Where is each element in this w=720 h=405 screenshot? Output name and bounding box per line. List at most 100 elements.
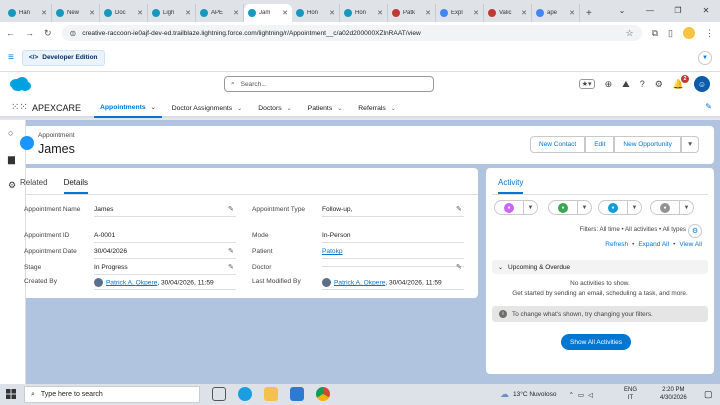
notifications-icon[interactable]: ▢ (704, 389, 713, 400)
browser-tab[interactable]: Jam ✕ (244, 4, 292, 22)
taskbar-clock[interactable]: 2:20 PM 4/30/2026 (660, 386, 687, 402)
tray-chevron-icon[interactable]: ⌃ (568, 391, 573, 399)
email-action-button[interactable]: ● (650, 200, 680, 215)
taskbar-search-input[interactable]: ⌕ Type here to search (24, 386, 200, 403)
chevron-down-icon[interactable]: ▼ (628, 200, 642, 215)
edit-button[interactable]: Edit (585, 136, 615, 153)
close-tab-icon[interactable]: ✕ (185, 9, 191, 17)
edit-field-pencil-icon[interactable]: ✎ (228, 263, 234, 271)
browser-tab[interactable]: Ligh ✕ (148, 4, 196, 22)
view-all-link[interactable]: View All (679, 241, 702, 248)
reload-icon[interactable]: ↻ (44, 28, 52, 39)
minimize-icon[interactable]: — (636, 0, 664, 22)
nav-item-doctors[interactable]: Doctors ⌄ (252, 98, 297, 118)
close-tab-icon[interactable]: ✕ (377, 9, 383, 17)
close-tab-icon[interactable]: ✕ (41, 9, 47, 17)
speaker-icon[interactable]: ◁ (588, 391, 593, 399)
vscode-icon[interactable] (290, 387, 304, 401)
close-tab-icon[interactable]: ✕ (425, 9, 431, 17)
menu-kebab-icon[interactable]: ⋮ (705, 28, 714, 39)
task-view-icon[interactable] (212, 387, 226, 401)
edit-field-pencil-icon[interactable]: ✎ (456, 205, 462, 213)
edit-field-pencil-icon[interactable]: ✎ (228, 247, 234, 255)
file-explorer-icon[interactable] (264, 387, 278, 401)
favorites-icon[interactable]: ★▾ (578, 79, 595, 89)
chevron-down-icon[interactable]: ▼ (578, 200, 592, 215)
nav-item-referrals[interactable]: Referrals ⌄ (352, 98, 402, 118)
edit-field-pencil-icon[interactable]: ✎ (228, 205, 234, 213)
new-tab-button[interactable]: + (580, 4, 598, 22)
upcoming-overdue-section[interactable]: ⌄ Upcoming & Overdue (492, 260, 708, 274)
close-tab-icon[interactable]: ✕ (282, 9, 288, 17)
global-create-icon[interactable]: ⊕ (605, 79, 613, 90)
sidepanel-icon[interactable]: ▯ (668, 28, 673, 39)
browser-tab[interactable]: New ✕ (52, 4, 100, 22)
setup-gear-icon[interactable]: ⚙ (655, 79, 663, 90)
browser-tab[interactable]: Han ✕ (4, 4, 52, 22)
close-tab-icon[interactable]: ✕ (569, 9, 575, 17)
nav-item-patients[interactable]: Patients ⌄ (302, 98, 349, 118)
chevron-down-icon[interactable]: ⌄ (337, 105, 342, 112)
developer-edition-button[interactable]: </> Developer Edition (21, 49, 105, 66)
nav-item-doctor-assignments[interactable]: Doctor Assignments ⌄ (166, 98, 248, 118)
dropdown-icon[interactable]: ⌄ (608, 0, 636, 22)
chevron-down-icon[interactable]: ⌄ (151, 104, 156, 111)
refresh-link[interactable]: Refresh (605, 241, 628, 248)
task-action-button[interactable]: ● (548, 200, 578, 215)
chevron-down-icon[interactable]: ⌄ (287, 105, 292, 112)
tab-related[interactable]: Related (20, 178, 48, 194)
browser-tab[interactable]: Hon ✕ (340, 4, 388, 22)
site-info-icon[interactable]: ⊜ (70, 29, 77, 38)
expand-all-link[interactable]: Expand All (638, 241, 669, 248)
notifications-bell-icon[interactable]: 🔔 2 (673, 74, 689, 90)
tab-activity[interactable]: Activity (498, 178, 524, 194)
patient-link[interactable]: Patokp (322, 248, 343, 255)
user-link[interactable]: Patrick A. Okpere (334, 279, 385, 286)
network-icon[interactable]: ▭ (578, 391, 584, 399)
browser-tab[interactable]: Doc ✕ (100, 4, 148, 22)
call-action-button[interactable]: ● (598, 200, 628, 215)
edge-icon[interactable] (238, 387, 252, 401)
browser-tab[interactable]: Hon ✕ (292, 4, 340, 22)
filter-settings-icon[interactable]: ⚙ (688, 224, 702, 238)
close-tab-icon[interactable]: ✕ (137, 9, 143, 17)
weather-widget[interactable]: ☁ 13°C Nuvoloso ⌃ ▭ ◁ (500, 389, 593, 400)
back-icon[interactable]: ← (6, 28, 15, 38)
new-contact-button[interactable]: New Contact (530, 136, 586, 153)
browser-tab[interactable]: APE ✕ (196, 4, 244, 22)
windows-start-icon[interactable] (6, 389, 16, 399)
edit-field-pencil-icon[interactable]: ✎ (456, 263, 462, 271)
help-icon[interactable]: ? (640, 79, 645, 89)
chevron-down-icon[interactable]: ⌄ (391, 105, 396, 112)
close-tab-icon[interactable]: ✕ (473, 9, 479, 17)
browser-tab[interactable]: Patk ✕ (388, 4, 436, 22)
forward-icon[interactable]: → (25, 28, 34, 38)
browser-tab[interactable]: Expl ✕ (436, 4, 484, 22)
circle-icon[interactable]: ○ (8, 128, 13, 138)
chevron-down-icon[interactable]: ▼ (680, 200, 694, 215)
browser-tab[interactable]: ape ✕ (532, 4, 580, 22)
close-tab-icon[interactable]: ✕ (89, 9, 95, 17)
show-all-activities-button[interactable]: Show All Activities (561, 334, 632, 350)
more-actions-dropdown-icon[interactable]: ▼ (680, 136, 700, 153)
bookmark-star-icon[interactable]: ☆ (626, 28, 634, 39)
salesforce-logo-icon[interactable] (8, 76, 32, 92)
global-search-input[interactable]: ⌕ Search... (224, 76, 434, 92)
trailhead-icon[interactable]: ⛰ (622, 79, 630, 90)
new-opportunity-button[interactable]: New Opportunity (614, 136, 681, 153)
app-launcher-icon[interactable]: ⁙⁙ (11, 102, 28, 113)
extensions-icon[interactable]: ⧉ (652, 28, 658, 39)
close-tab-icon[interactable]: ✕ (233, 9, 239, 17)
user-avatar[interactable]: ☺ (694, 76, 710, 92)
browser-tab[interactable]: Valic ✕ (484, 4, 532, 22)
user-link[interactable]: Patrick A. Okpere (106, 279, 157, 286)
chevron-down-icon[interactable]: ⌄ (237, 105, 242, 112)
close-window-icon[interactable]: ✕ (692, 0, 720, 22)
close-tab-icon[interactable]: ✕ (521, 9, 527, 17)
chevron-down-icon[interactable]: ▼ (524, 200, 538, 215)
chrome-icon[interactable] (316, 387, 330, 401)
tab-details[interactable]: Details (63, 178, 89, 194)
profile-icon[interactable] (683, 27, 695, 39)
url-field[interactable]: ⊜ creative-raccoon-ie0ajf-dev-ed.trailbl… (61, 25, 642, 41)
nav-item-appointments[interactable]: Appointments ⌄ (94, 98, 162, 118)
